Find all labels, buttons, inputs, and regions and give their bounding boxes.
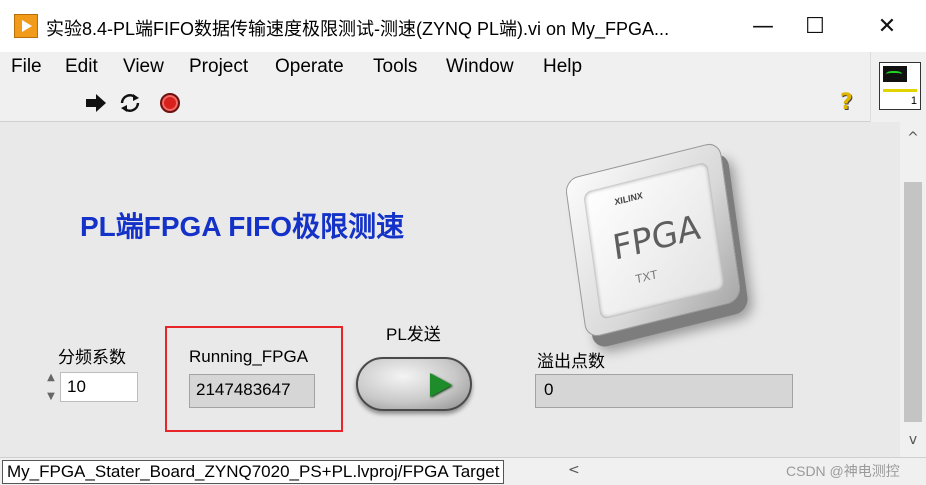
scroll-left-icon[interactable]: < — [568, 462, 580, 478]
menu-file[interactable]: File — [11, 56, 42, 78]
play-led-icon — [430, 373, 452, 397]
maximize-button[interactable]: ☐ — [790, 6, 840, 46]
close-button[interactable]: ✕ — [862, 6, 912, 46]
pl-send-label: PL发送 — [386, 325, 441, 344]
chip-label: FPGA — [610, 207, 703, 269]
running-fpga-indicator: 2147483647 — [189, 374, 315, 408]
vi-connector-icon[interactable]: 1 — [879, 62, 921, 110]
freq-divider-label: 分频系数 — [58, 348, 126, 367]
run-arrow-icon[interactable] — [84, 91, 108, 115]
scroll-down-icon[interactable]: v — [900, 432, 926, 448]
overflow-count-indicator: 0 — [535, 374, 793, 408]
panel-heading: PL端FPGA FIFO极限测速 — [80, 211, 405, 242]
connector-number: 1 — [910, 95, 917, 107]
menu-bar: File Edit View Project Operate Tools Win… — [0, 52, 870, 82]
menu-tools[interactable]: Tools — [373, 56, 417, 78]
menu-help[interactable]: Help — [543, 56, 582, 78]
connector-pane: 1 — [870, 52, 926, 122]
scroll-thumb[interactable] — [904, 182, 922, 422]
chip-brand: XILINX — [613, 190, 644, 208]
window-title: 实验8.4-PL端FIFO数据传输速度极限测试-测速(ZYNQ PL端).vi … — [46, 19, 670, 39]
vertical-scrollbar[interactable]: ^ v — [900, 122, 926, 457]
freq-divider-input[interactable]: 10 — [60, 372, 138, 402]
labview-vi-icon — [14, 14, 38, 38]
minimize-button[interactable]: — — [738, 6, 788, 46]
running-fpga-label: Running_FPGA — [189, 347, 309, 366]
help-icon[interactable]: ? — [840, 90, 853, 115]
menu-edit[interactable]: Edit — [65, 56, 98, 78]
freq-divider-control: ▲ ▼ 10 — [42, 368, 140, 406]
run-continuously-icon[interactable] — [118, 91, 142, 115]
overflow-count-label: 溢出点数 — [537, 352, 605, 371]
menu-window[interactable]: Window — [446, 56, 514, 78]
menu-view[interactable]: View — [123, 56, 164, 78]
spin-buttons[interactable]: ▲ ▼ — [42, 368, 60, 406]
scroll-up-icon[interactable]: ^ — [900, 130, 926, 146]
title-bar: 实验8.4-PL端FIFO数据传输速度极限测试-测速(ZYNQ PL端).vi … — [0, 0, 926, 52]
chip-sub-label: TXT — [634, 266, 659, 287]
fpga-chip-image: XILINX FPGA TXT — [545, 140, 775, 340]
menu-project[interactable]: Project — [189, 56, 248, 78]
spin-down-icon[interactable]: ▼ — [42, 387, 60, 406]
menu-operate[interactable]: Operate — [275, 56, 344, 78]
project-target-path[interactable]: My_FPGA_Stater_Board_ZYNQ7020_PS+PL.lvpr… — [2, 460, 505, 484]
watermark-text: CSDN @神电测控 — [786, 463, 900, 479]
abort-stop-icon[interactable] — [158, 91, 182, 115]
toolbar — [0, 82, 870, 122]
pl-send-button[interactable] — [356, 357, 472, 411]
spin-up-icon[interactable]: ▲ — [42, 368, 60, 387]
